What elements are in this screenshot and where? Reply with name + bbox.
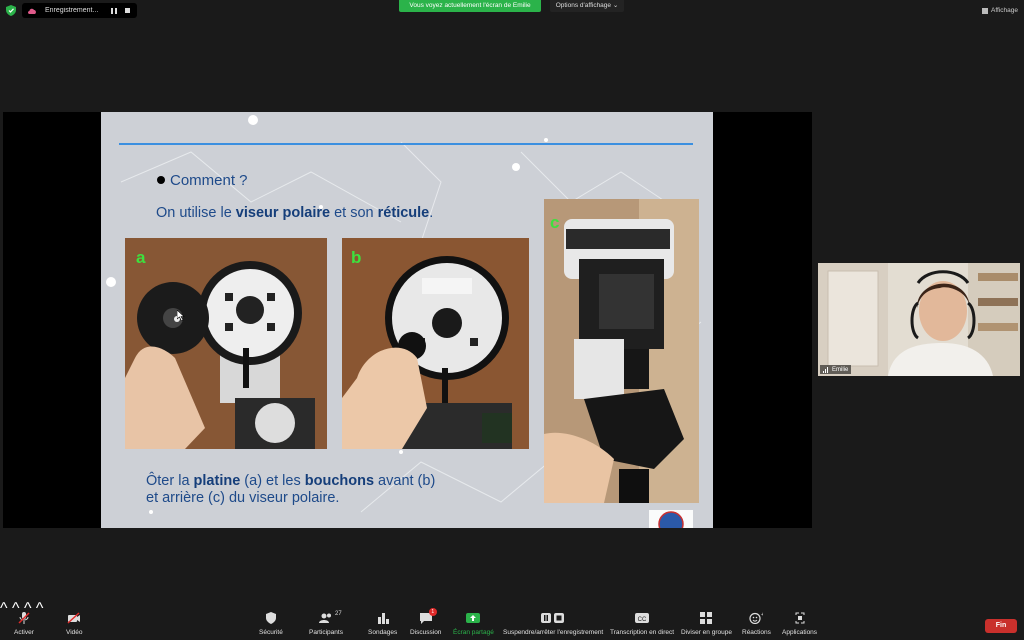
live-transcript-label: Transcription en direct — [610, 629, 675, 636]
polls-button[interactable]: Sondages — [368, 612, 397, 636]
breakout-grid-icon — [700, 612, 713, 624]
breakout-rooms-button[interactable]: Diviser en groupe — [681, 612, 732, 636]
photo-b: b — [342, 238, 529, 449]
photo-b-tag: b — [351, 248, 362, 267]
camera-off-icon — [67, 612, 81, 624]
unmute-button[interactable]: Activer — [14, 612, 34, 636]
meeting-toolbar: Activer ^ Vidéo ^ Sécurité 27 Participan… — [0, 600, 1024, 640]
view-button[interactable]: Affichage — [982, 5, 1018, 16]
pause-recording-icon[interactable] — [111, 7, 117, 14]
apps-button[interactable]: Applications — [782, 612, 817, 636]
participant-name: Emilie — [832, 366, 849, 373]
cc-icon: CC — [635, 613, 650, 623]
share-screen-label: Écran partagé — [453, 629, 494, 636]
club-logo — [649, 510, 693, 528]
participant-video-tile[interactable]: Emilie — [818, 263, 1020, 376]
microphone-muted-icon — [18, 612, 30, 624]
video-button[interactable]: Vidéo — [66, 612, 83, 636]
reactions-label: Réactions — [742, 629, 771, 636]
breakout-rooms-label: Diviser en groupe — [681, 629, 732, 636]
video-label: Vidéo — [66, 629, 83, 636]
view-button-label: Affichage — [991, 7, 1018, 14]
recording-controls-button[interactable]: Suspendre/arrêter l'enregistrement — [503, 612, 603, 636]
slide-question: Comment ? — [170, 172, 248, 189]
photo-c-tag: c — [550, 213, 560, 232]
shield-icon — [265, 612, 276, 624]
view-options-label: Options d'affichage — [555, 2, 612, 9]
smiley-plus-icon: + — [749, 612, 763, 624]
apps-icon — [795, 612, 805, 624]
chat-badge: 1 — [428, 608, 437, 616]
stop-recording-icon[interactable] — [125, 8, 130, 13]
slide-divider — [119, 143, 693, 145]
chat-label: Discussion — [410, 629, 442, 636]
recording-label: Enregistrement... — [45, 7, 99, 14]
photo-c: c — [544, 199, 699, 503]
svg-text:+: + — [761, 612, 763, 618]
pause-stop-icon — [541, 613, 565, 623]
security-button[interactable]: Sécurité — [259, 612, 283, 636]
audio-options-caret[interactable]: ^ — [0, 600, 8, 617]
screen-share-banner: Vous voyez actuellement l'écran de Emili… — [399, 0, 541, 12]
grid-view-icon — [982, 7, 989, 14]
recording-controls-label: Suspendre/arrêter l'enregistrement — [503, 629, 604, 636]
mouse-cursor-icon — [177, 310, 185, 321]
recording-indicator[interactable]: Enregistrement... — [22, 3, 137, 18]
chat-button[interactable]: 1 Discussion — [410, 608, 442, 636]
share-options-caret[interactable]: ^ — [36, 600, 44, 617]
bullet-dot — [157, 176, 165, 184]
svg-text:CC: CC — [638, 617, 647, 623]
signal-bars-icon — [823, 366, 829, 373]
cloud-recording-icon — [28, 8, 36, 14]
participants-label: Participants — [309, 629, 343, 636]
live-transcript-button[interactable]: CC Transcription en direct — [610, 612, 674, 636]
share-screen-button[interactable]: Écran partagé — [453, 612, 494, 636]
participants-icon: 27 — [318, 611, 342, 624]
view-options-dropdown[interactable]: Options d'affichage ⌄ — [550, 0, 624, 12]
unmute-label: Activer — [14, 629, 34, 636]
share-screen-icon — [466, 613, 481, 623]
apps-label: Applications — [782, 629, 818, 636]
bar-chart-icon — [377, 613, 389, 624]
chat-icon: 1 — [419, 608, 437, 624]
participant-video — [818, 263, 1020, 376]
photo-a: a — [125, 238, 327, 449]
polls-label: Sondages — [368, 629, 398, 636]
participant-name-tag: Emilie — [820, 365, 852, 374]
photo-a-tag: a — [136, 248, 146, 267]
security-shield-icon — [6, 5, 16, 16]
reactions-button[interactable]: + Réactions — [742, 612, 771, 636]
presentation-slide: Comment ? On utilise le viseur polaire e… — [101, 112, 713, 528]
shared-screen: Comment ? On utilise le viseur polaire e… — [3, 112, 812, 528]
slide-footer-text: Ôter la platine (a) et les bouchons avan… — [146, 473, 436, 506]
security-label: Sécurité — [259, 629, 283, 636]
participants-count: 27 — [334, 611, 342, 617]
slide-intro-text: On utilise le viseur polaire et son réti… — [156, 205, 434, 221]
end-meeting-button[interactable]: Fin — [985, 619, 1017, 633]
participants-button[interactable]: 27 Participants — [309, 611, 343, 636]
